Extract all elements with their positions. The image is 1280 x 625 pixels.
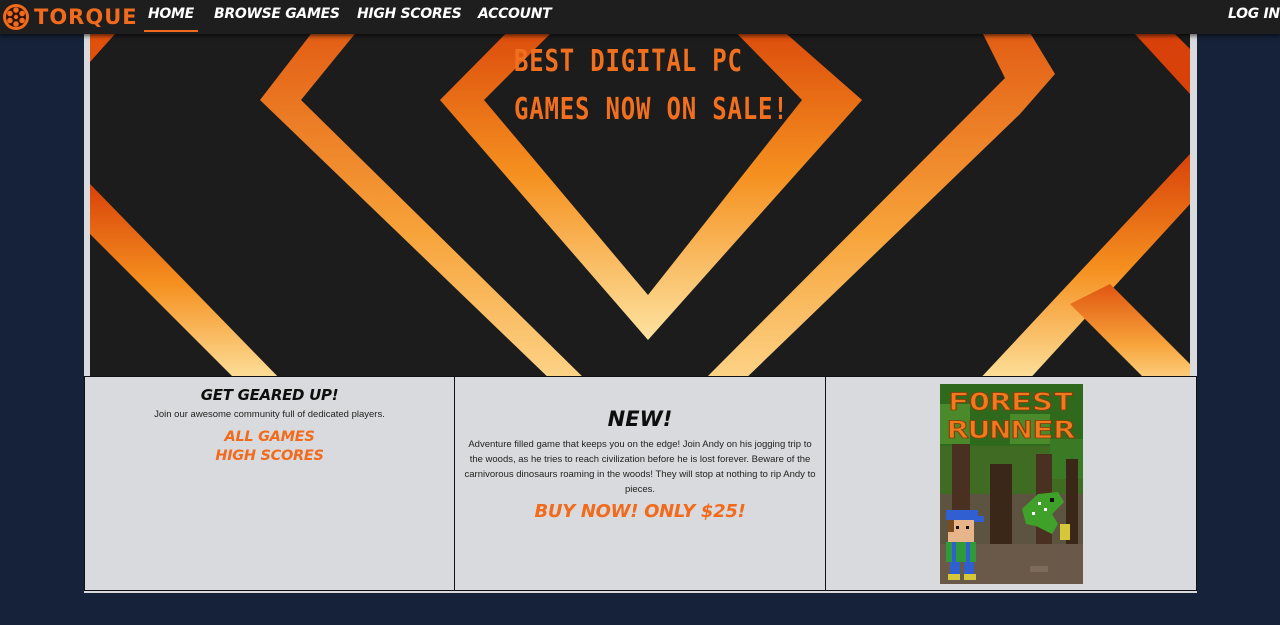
main-content: BEST DIGITAL PC GAMES NOW ON SALE! GET G… bbox=[84, 34, 1197, 593]
new-title: NEW! bbox=[607, 407, 673, 431]
all-games-link[interactable]: ALL GAMES bbox=[85, 429, 454, 445]
feature-cards: GET GEARED UP! Join our awesome communit… bbox=[84, 376, 1197, 593]
login-link[interactable]: LOG IN bbox=[1228, 0, 1280, 34]
hero-headline-1: BEST DIGITAL PC bbox=[514, 44, 743, 79]
hero-graphic bbox=[90, 34, 1190, 376]
cover-art: FOREST RUNNER bbox=[940, 384, 1083, 584]
high-scores-link[interactable]: HIGH SCORES bbox=[85, 448, 454, 464]
gear-icon bbox=[3, 4, 29, 30]
logo[interactable]: TORQUE bbox=[2, 3, 138, 31]
logo-text: TORQUE bbox=[34, 5, 138, 29]
nav-account[interactable]: ACCOUNT bbox=[478, 0, 552, 34]
community-title: GET GEARED UP! bbox=[200, 386, 339, 404]
forest-runner-cover[interactable]: FOREST RUNNER bbox=[940, 384, 1083, 584]
game-description: Adventure filled game that keeps you on … bbox=[464, 439, 816, 495]
navbar: TORQUE HOME BROWSE GAMES HIGH SCORES ACC… bbox=[0, 0, 1280, 34]
nav-browse-games[interactable]: BROWSE GAMES bbox=[214, 0, 340, 34]
cover-title-line2: RUNNER bbox=[947, 416, 1076, 444]
buy-now-link[interactable]: BUY NOW! ONLY $25! bbox=[455, 501, 825, 522]
new-game-card: NEW! Adventure filled game that keeps yo… bbox=[454, 376, 826, 591]
cover-title-line1: FOREST bbox=[948, 388, 1074, 416]
nav-high-scores[interactable]: HIGH SCORES bbox=[357, 0, 462, 34]
hero-banner[interactable]: BEST DIGITAL PC GAMES NOW ON SALE! bbox=[90, 34, 1190, 376]
game-cover-card: FOREST RUNNER bbox=[825, 376, 1197, 591]
hero-headline-2: GAMES NOW ON SALE! bbox=[514, 92, 789, 127]
nav-home[interactable]: HOME bbox=[144, 0, 198, 34]
community-card: GET GEARED UP! Join our awesome communit… bbox=[84, 376, 455, 591]
community-text: Join our awesome community full of dedic… bbox=[154, 409, 385, 420]
